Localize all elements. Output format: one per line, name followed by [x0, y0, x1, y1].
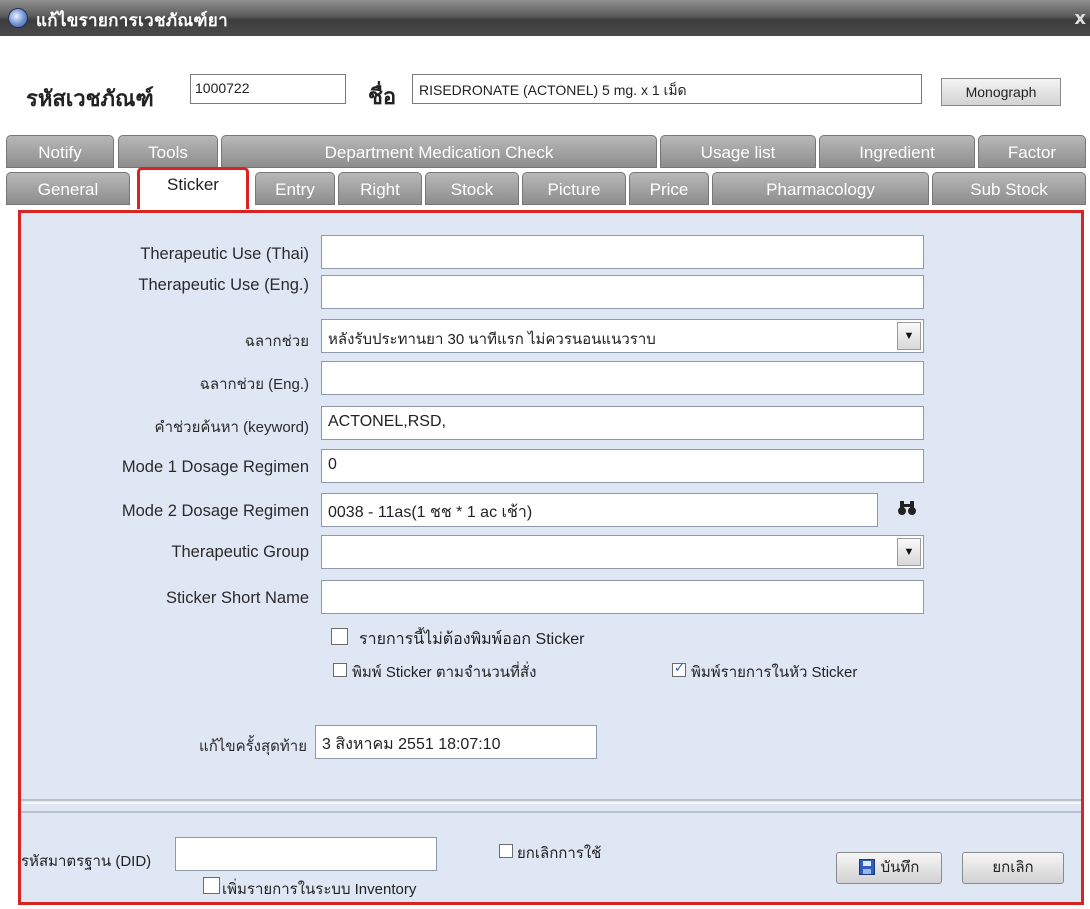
divider	[21, 799, 1081, 801]
aux-label-label: ฉลากช่วย	[244, 333, 309, 350]
save-button-label: บันทึก	[880, 859, 920, 876]
mode2-input[interactable]: 0038 - 11as(1 ชช * 1 ac เช้า)	[321, 493, 878, 527]
divider	[21, 811, 1081, 813]
chevron-down-icon[interactable]: ▼	[897, 538, 921, 566]
aux-label-value: หลังรับประทานยา 30 นาทีแรก ไม่ควรนอนแนวร…	[328, 331, 656, 348]
sticker-short-name-input[interactable]	[321, 580, 924, 614]
tab-general[interactable]: General	[6, 172, 130, 205]
save-icon	[858, 859, 875, 875]
mode1-label: Mode 1 Dosage Regimen	[121, 458, 309, 476]
tab-usage-list[interactable]: Usage list	[660, 135, 816, 168]
tab-price[interactable]: Price	[629, 172, 709, 205]
monograph-button[interactable]: Monograph	[941, 78, 1061, 106]
did-label: รหัสมาตรฐาน (DID)	[21, 853, 152, 870]
print-by-qty-checkbox[interactable]	[333, 663, 347, 677]
header: รหัสเวชภัณฑ์ 1000722 ชื่อ RISEDRONATE (A…	[0, 36, 1090, 128]
therapeutic-use-thai-label: Therapeutic Use (Thai)	[140, 245, 309, 263]
no-print-sticker-label: รายการนี้ไม่ต้องพิมพ์ออก Sticker	[359, 631, 585, 648]
title-bar: แก้ไขรายการเวชภัณฑ์ยา x	[0, 0, 1090, 36]
tab-ingredient[interactable]: Ingredient	[819, 135, 975, 168]
print-in-header-checkbox[interactable]	[672, 661, 686, 677]
tab-notify[interactable]: Notify	[6, 135, 114, 168]
tab-factor[interactable]: Factor	[978, 135, 1086, 168]
tab-strip: Notify Tools Department Medication Check…	[0, 130, 1090, 210]
cancel-use-checkbox[interactable]	[499, 844, 513, 858]
name-input[interactable]: RISEDRONATE (ACTONEL) 5 mg. x 1 เม็ด	[412, 74, 922, 104]
therapeutic-use-eng-input[interactable]	[321, 275, 924, 309]
mode2-label: Mode 2 Dosage Regimen	[121, 502, 309, 520]
cancel-use-label: ยกเลิกการใช้	[517, 845, 602, 862]
mode1-input[interactable]: 0	[321, 449, 924, 483]
no-print-sticker-checkbox[interactable]	[331, 628, 348, 645]
did-input[interactable]	[175, 837, 437, 871]
window-title: แก้ไขรายการเวชภัณฑ์ยา	[36, 11, 228, 31]
last-modified-label: แก้ไขครั้งสุดท้าย	[199, 738, 307, 755]
therapeutic-group-label: Therapeutic Group	[171, 543, 309, 561]
code-input[interactable]: 1000722	[190, 74, 346, 104]
print-in-header-label: พิมพ์รายการในหัว Sticker	[691, 664, 858, 681]
tab-department-medication-check[interactable]: Department Medication Check	[221, 135, 657, 168]
app-icon	[8, 8, 28, 28]
tab-stock[interactable]: Stock	[425, 172, 519, 205]
therapeutic-use-thai-input[interactable]	[321, 235, 924, 269]
tab-right[interactable]: Right	[338, 172, 422, 205]
keyword-input[interactable]: ACTONEL,RSD,	[321, 406, 924, 440]
tab-tools[interactable]: Tools	[118, 135, 218, 168]
cancel-button[interactable]: ยกเลิก	[962, 852, 1064, 884]
therapeutic-use-eng-label: Therapeutic Use (Eng.)	[138, 276, 309, 294]
aux-label-dropdown[interactable]: หลังรับประทานยา 30 นาทีแรก ไม่ควรนอนแนวร…	[321, 319, 924, 353]
aux-label-eng-label: ฉลากช่วย (Eng.)	[199, 376, 309, 393]
tab-sticker[interactable]: Sticker	[137, 167, 249, 209]
close-icon[interactable]: x	[1074, 8, 1086, 29]
tab-picture[interactable]: Picture	[522, 172, 626, 205]
sticker-short-name-label: Sticker Short Name	[165, 589, 309, 607]
tab-sub-stock[interactable]: Sub Stock	[932, 172, 1086, 205]
name-label: ชื่อ	[368, 84, 397, 110]
tab-pharmacology[interactable]: Pharmacology	[712, 172, 929, 205]
keyword-label: คำช่วยค้นหา (keyword)	[154, 419, 309, 436]
aux-label-eng-input[interactable]	[321, 361, 924, 395]
tab-entry[interactable]: Entry	[255, 172, 335, 205]
therapeutic-group-dropdown[interactable]: ▼	[321, 535, 924, 569]
divider	[21, 802, 1081, 804]
binoculars-icon[interactable]	[897, 499, 917, 522]
code-label: รหัสเวชภัณฑ์	[26, 86, 154, 112]
inventory-checkbox[interactable]	[203, 877, 220, 894]
last-modified-input: 3 สิงหาคม 2551 18:07:10	[315, 725, 597, 759]
print-by-qty-label: พิมพ์ Sticker ตามจำนวนที่สั่ง	[352, 664, 537, 681]
chevron-down-icon[interactable]: ▼	[897, 322, 921, 350]
sticker-panel: Therapeutic Use (Thai) Therapeutic Use (…	[18, 210, 1084, 905]
inventory-label: เพิ่มรายการในระบบ Inventory	[222, 881, 417, 898]
save-button[interactable]: บันทึก	[836, 852, 942, 884]
